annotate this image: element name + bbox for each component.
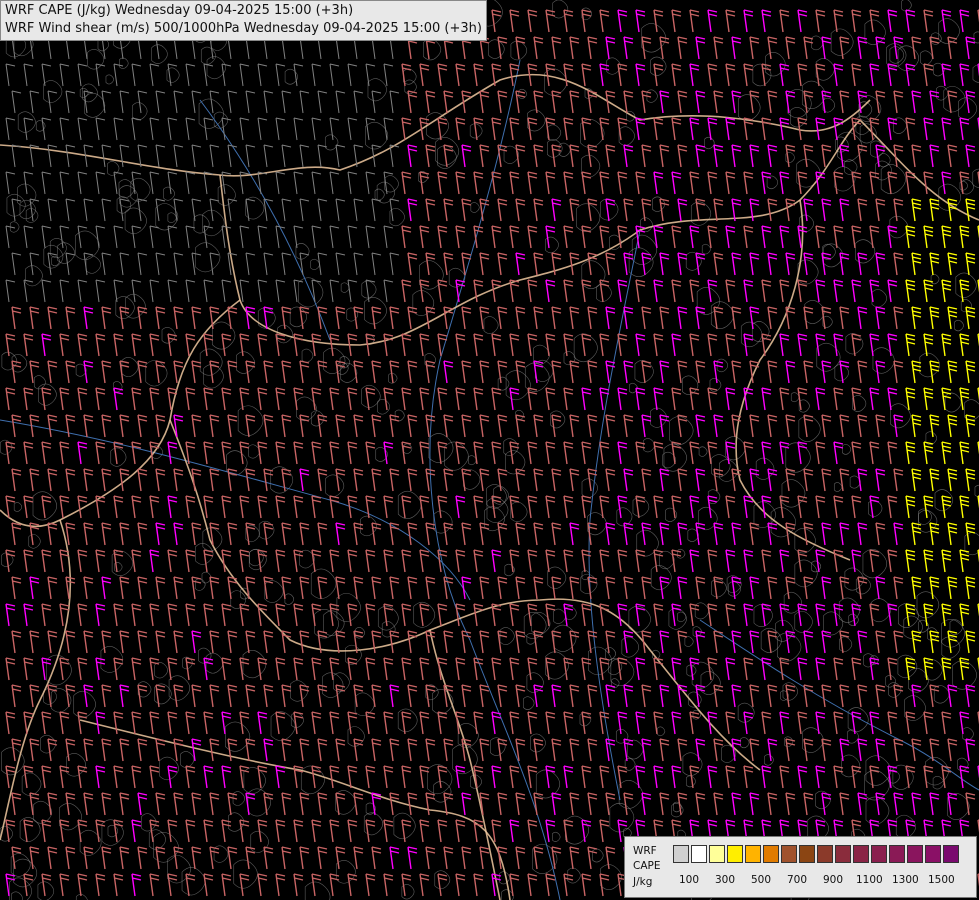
legend-tick: 300 [715,874,736,886]
legend-swatch [673,845,689,863]
legend-swatch [691,845,707,863]
legend-color-scale [673,845,961,863]
legend-swatch [925,845,941,863]
legend-swatch [907,845,923,863]
legend-tick: 700 [787,874,808,886]
map-title-box: WRF CAPE (J/kg) Wednesday 09-04-2025 15:… [0,0,487,41]
legend-swatch [799,845,815,863]
legend-swatch [781,845,797,863]
legend-tick: 1500 [928,874,955,886]
cape-legend: WRF CAPE J/kg 100 300 500 700 900 1100 1… [624,836,977,898]
legend-swatch [727,845,743,863]
legend-swatch [871,845,887,863]
legend-tick: 1300 [892,874,919,886]
legend-tick: 500 [751,874,772,886]
legend-field-label: CAPE [633,860,661,872]
legend-model-label: WRF [633,845,657,857]
legend-tick: 1100 [856,874,883,886]
legend-swatch [763,845,779,863]
legend-swatch [835,845,851,863]
legend-tick: 900 [823,874,844,886]
legend-swatch [817,845,833,863]
legend-tick: 100 [679,874,700,886]
legend-swatch [853,845,869,863]
legend-unit-label: J/kg [633,876,653,888]
legend-swatch [709,845,725,863]
wind-shear-title: WRF Wind shear (m/s) 500/1000hPa Wednesd… [5,21,482,36]
legend-swatch [943,845,959,863]
legend-ticks: 100 300 500 700 900 1100 1300 1500 [673,874,973,888]
legend-swatch [745,845,761,863]
cape-title: WRF CAPE (J/kg) Wednesday 09-04-2025 15:… [5,3,354,18]
weather-map [0,0,979,900]
legend-swatch [889,845,905,863]
